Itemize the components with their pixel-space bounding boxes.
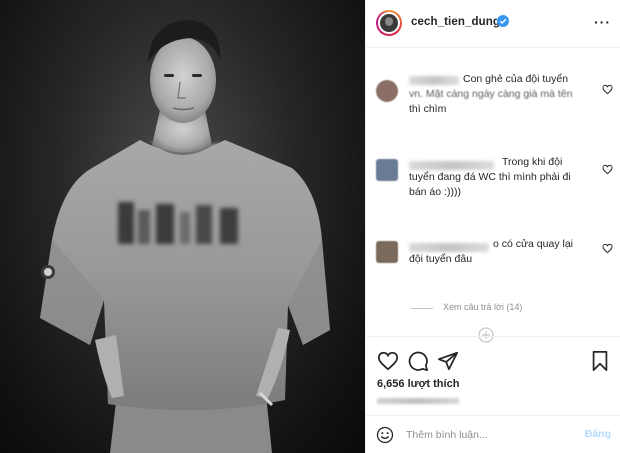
heart-icon[interactable] bbox=[377, 350, 399, 372]
comment-item: Con ghẻ của đội tuyển vn. Mặt càng ngày … bbox=[366, 72, 620, 132]
blurred-commenter-name[interactable] bbox=[409, 161, 494, 170]
bookmark-icon[interactable] bbox=[589, 350, 611, 372]
verified-badge-icon bbox=[497, 15, 509, 27]
commenter-avatar[interactable] bbox=[376, 241, 398, 263]
commenter-avatar[interactable] bbox=[376, 80, 398, 102]
instagram-post: cech_tien_dung ··· Con ghẻ của đội tuyển… bbox=[0, 0, 620, 453]
comment-text-line: Trong khi đội bbox=[502, 156, 563, 168]
comment-text-line: tuyển đang đá WC thì mình phải đi bbox=[409, 171, 571, 183]
comment-text-line: đội tuyển đâu bbox=[409, 253, 473, 265]
comment-icon[interactable] bbox=[407, 350, 429, 372]
comment-text-line: vn. Mặt càng ngày càng già mà tên bbox=[409, 88, 573, 100]
post-header: cech_tien_dung ··· bbox=[366, 0, 620, 48]
post-photo[interactable] bbox=[0, 0, 365, 453]
commenter-avatar[interactable] bbox=[376, 159, 398, 181]
comment-text-line: thì chìm bbox=[409, 103, 447, 115]
story-ring[interactable] bbox=[376, 10, 402, 36]
share-icon[interactable] bbox=[437, 350, 459, 372]
username-link[interactable]: cech_tien_dung bbox=[411, 16, 500, 28]
comment-input[interactable] bbox=[406, 425, 566, 445]
blurred-commenter-name[interactable] bbox=[409, 243, 489, 252]
blurred-post-date bbox=[377, 398, 459, 404]
post-actions: 6,656 lượt thích bbox=[366, 336, 620, 416]
like-comment-heart-icon[interactable] bbox=[602, 84, 613, 95]
comment-item: Trong khi đội tuyển đang đá WC thì mình … bbox=[366, 155, 620, 215]
view-replies-button[interactable]: Xem câu trả lời (14) bbox=[411, 301, 611, 315]
post-side-panel: cech_tien_dung ··· Con ghẻ của đội tuyển… bbox=[365, 0, 620, 453]
avatar[interactable] bbox=[378, 12, 400, 34]
add-comment-bar: Đăng bbox=[366, 415, 620, 453]
post-comment-button[interactable]: Đăng bbox=[585, 428, 611, 440]
view-replies-label: Xem câu trả lời (14) bbox=[443, 302, 523, 312]
comment-item: o có cửa quay lại đội tuyển đâu bbox=[366, 237, 620, 281]
emoji-icon[interactable] bbox=[376, 426, 394, 444]
like-count[interactable]: 6,656 lượt thích bbox=[377, 378, 459, 390]
more-options-button[interactable]: ··· bbox=[594, 14, 611, 30]
comment-text-line: bán áo :)))) bbox=[409, 186, 461, 198]
comment-list: Con ghẻ của đội tuyển vn. Mặt càng ngày … bbox=[366, 48, 620, 343]
portrait-illustration bbox=[40, 20, 330, 453]
comment-text-line: Con ghẻ của đội tuyển bbox=[463, 73, 569, 85]
like-comment-heart-icon[interactable] bbox=[602, 243, 613, 254]
replies-divider-line bbox=[411, 308, 433, 309]
blurred-commenter-name[interactable] bbox=[409, 76, 459, 85]
comment-text-line: o có cửa quay lại bbox=[493, 238, 573, 250]
like-comment-heart-icon[interactable] bbox=[602, 164, 613, 175]
